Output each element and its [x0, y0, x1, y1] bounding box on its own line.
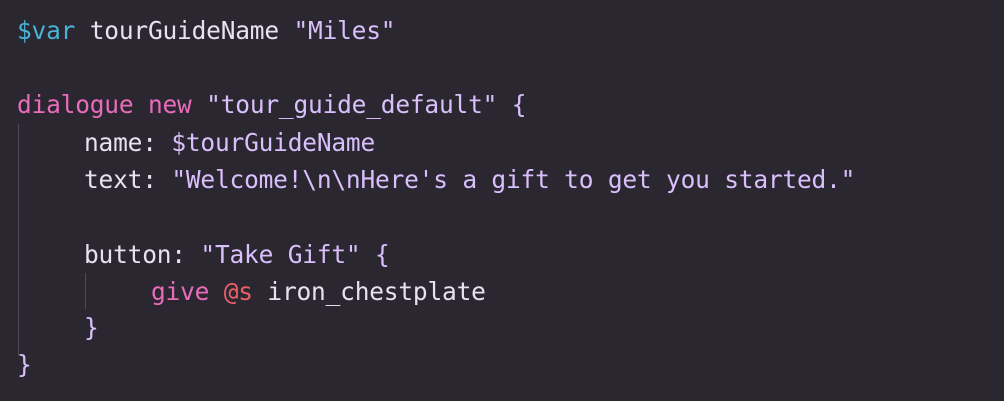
variable-name: tourGuideName [75, 16, 294, 45]
code-line-8[interactable]: give @s iron_chestplate [151, 273, 486, 310]
indent-guide-inner [85, 273, 86, 309]
text-value: "Welcome!\n\nHere's a gift to get you st… [171, 165, 856, 194]
item-name: iron_chestplate [252, 277, 486, 306]
dialogue-close-brace: } [17, 350, 32, 379]
code-line-9[interactable]: } [84, 309, 99, 346]
code-line-10[interactable]: } [17, 346, 32, 383]
var-keyword: $var [17, 16, 76, 45]
code-editor[interactable]: $var tourGuideName "Miles" dialogue new … [0, 0, 1004, 401]
target-selector: @s [209, 277, 253, 306]
give-command: give [151, 277, 210, 306]
open-brace: { [497, 90, 527, 119]
text-property: text: [84, 165, 172, 194]
code-line-1[interactable]: $var tourGuideName "Miles" [17, 12, 396, 49]
dialogue-keyword: dialogue [17, 90, 134, 119]
button-label: "Take Gift" [200, 240, 361, 269]
button-open-brace: { [360, 240, 390, 269]
name-property: name: [84, 128, 172, 157]
code-line-4[interactable]: name: $tourGuideName [84, 124, 375, 161]
button-property: button: [84, 240, 201, 269]
code-line-3[interactable]: dialogue new "tour_guide_default" { [17, 86, 526, 123]
code-line-7[interactable]: button: "Take Gift" { [84, 236, 390, 273]
dialogue-id: "tour_guide_default" [206, 90, 498, 119]
button-close-brace: } [84, 313, 99, 342]
indent-guide-outer [18, 124, 19, 356]
variable-value: "Miles" [293, 16, 396, 45]
new-keyword: new [133, 90, 207, 119]
name-value: $tourGuideName [171, 128, 376, 157]
code-line-5[interactable]: text: "Welcome!\n\nHere's a gift to get … [84, 161, 855, 198]
